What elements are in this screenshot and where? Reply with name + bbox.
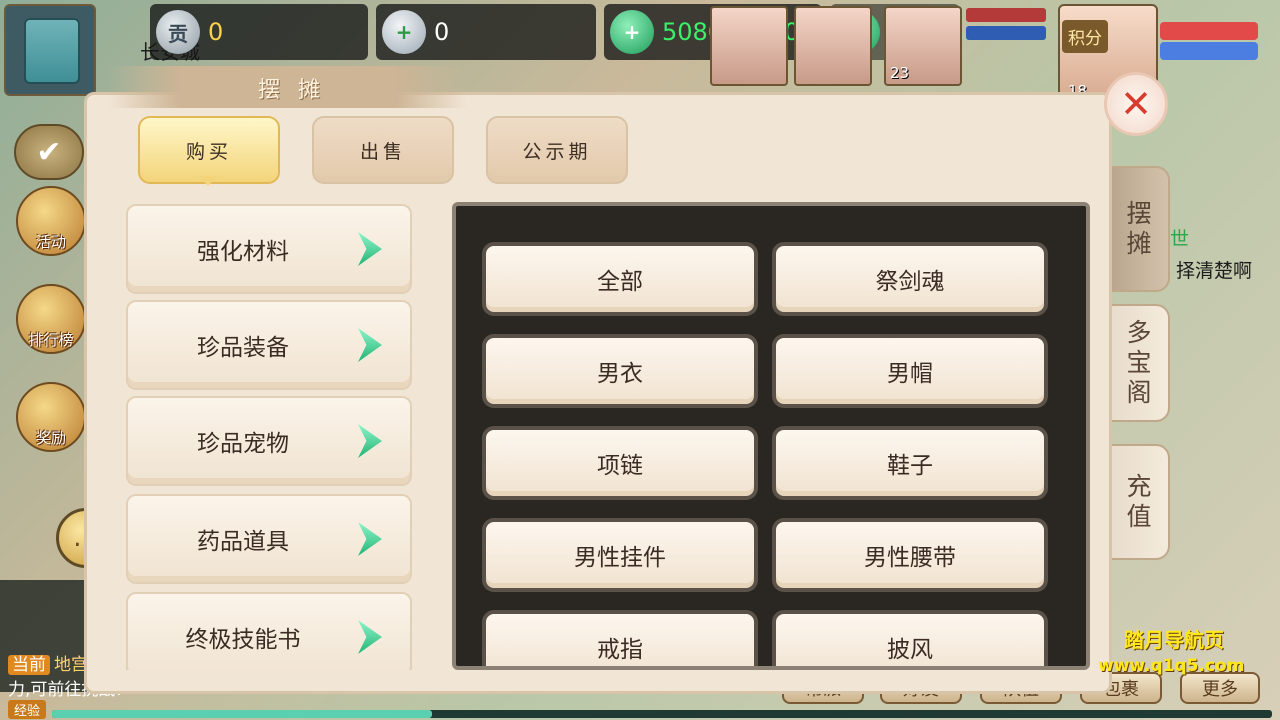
ranking-label: 排行榜 [28,331,74,349]
tab-treasure-label: 多 宝 阁 [1126,318,1152,407]
exp-bar-fill [52,710,432,718]
item-type-label: 戒指 [597,637,643,663]
chat-channel-tag: 当前 [8,655,50,675]
nav-more-button[interactable]: 更多 [1180,672,1260,704]
category-label: 终极技能书 [185,627,301,653]
team-portrait-1[interactable] [710,6,788,86]
chevron-right-icon [358,522,382,556]
category-list[interactable]: 强化材料 珍品装备 珍品宠物 药品道具 终极技能书 [126,200,414,670]
tab-public-period[interactable]: 公示期 [486,116,628,184]
tab-stall[interactable]: 摆 摊 [1108,166,1170,292]
item-type-label: 全部 [597,269,643,295]
ranking-button[interactable]: 排行榜 [16,284,86,354]
item-type-button[interactable]: 鞋子 [772,426,1048,500]
chevron-right-icon [358,328,382,362]
contribution-value: 0 [208,18,224,46]
item-type-grid[interactable]: 全部 祭剑魂 男衣 男帽 项链 鞋子 男性挂件 男性腰带 戒指 披风 [452,202,1090,670]
category-item[interactable]: 珍品宠物 [126,396,412,486]
tab-buy-label: 购买 [185,140,232,163]
reward-button[interactable]: 奖励 [16,382,86,452]
item-type-label: 祭剑魂 [875,269,945,295]
item-type-label: 男性腰带 [864,545,956,571]
tab-treasure-pavilion[interactable]: 多 宝 阁 [1108,304,1170,422]
activity-button[interactable]: 活动 [16,186,86,256]
item-type-button[interactable]: 男性腰带 [772,518,1048,592]
tab-sell-label: 出售 [359,140,406,163]
map-button[interactable] [4,4,96,96]
tab-recharge-label: 充 值 [1126,472,1152,531]
team-hp-bars [966,8,1046,44]
category-label: 药品道具 [197,529,289,555]
category-label: 珍品宠物 [197,431,289,457]
category-item[interactable]: 珍品装备 [126,300,412,390]
team-portrait-3[interactable]: 23 [884,6,962,86]
player-hp-bar [1160,22,1258,40]
tab-pointer [198,176,218,186]
category-label: 强化材料 [197,239,289,265]
item-type-button[interactable]: 男性挂件 [482,518,758,592]
player-mp-bar [1160,42,1258,60]
chevron-right-icon [358,424,382,458]
watermark-title: 踏月导航页 [1124,628,1224,652]
nav-more-label: 更多 [1202,679,1238,700]
item-type-button[interactable]: 男帽 [772,334,1048,408]
item-type-label: 男性挂件 [574,545,666,571]
item-type-button[interactable]: 男衣 [482,334,758,408]
right-chat-text: 择清楚啊 [1176,260,1253,282]
category-item[interactable]: 强化材料 [126,204,412,294]
checkmark-button[interactable]: ✔ [14,124,84,180]
reward-label: 奖励 [35,429,66,447]
portrait-level: 23 [890,64,910,82]
tab-sell[interactable]: 出售 [312,116,454,184]
item-type-label: 男帽 [887,361,933,387]
jade-add-icon[interactable]: + [610,10,654,54]
map-scroll-icon [24,18,80,84]
item-type-button[interactable]: 全部 [482,242,758,316]
category-label: 珍品装备 [197,335,289,361]
team-portrait-2[interactable] [794,6,872,86]
silver-counter[interactable]: + 0 [376,4,596,60]
watermark-url: www.q1q5.com [1098,656,1245,676]
contribution-icon: 贡 [156,10,200,54]
item-type-label: 披风 [887,637,933,663]
item-type-button[interactable]: 披风 [772,610,1048,666]
item-type-button[interactable]: 戒指 [482,610,758,666]
category-item[interactable]: 药品道具 [126,494,412,584]
chevron-right-icon [358,620,382,654]
chevron-right-icon [358,232,382,266]
item-type-button[interactable]: 祭剑魂 [772,242,1048,316]
item-type-label: 鞋子 [887,453,933,479]
points-badge[interactable]: 积分 [1062,20,1108,53]
silver-add-icon[interactable]: + [382,10,426,54]
panel-title: 摆摊 [258,78,339,103]
right-green-text: 世 [1170,228,1190,250]
tab-buy[interactable]: 购买 [138,116,280,184]
exp-label: 经验 [8,700,47,719]
chat-highlight: 地宫 [54,655,88,675]
tab-stall-label: 摆 摊 [1126,199,1152,258]
item-type-label: 项链 [597,453,643,479]
silver-value: 0 [434,18,450,46]
tab-recharge[interactable]: 充 值 [1108,444,1170,560]
contribution-counter[interactable]: 贡 0 [150,4,368,60]
tab-public-label: 公示期 [522,140,592,163]
close-icon[interactable]: ✕ [1104,72,1168,136]
item-type-label: 男衣 [597,361,643,387]
activity-label: 活动 [35,233,66,251]
item-type-button[interactable]: 项链 [482,426,758,500]
category-item[interactable]: 终极技能书 [126,592,412,670]
